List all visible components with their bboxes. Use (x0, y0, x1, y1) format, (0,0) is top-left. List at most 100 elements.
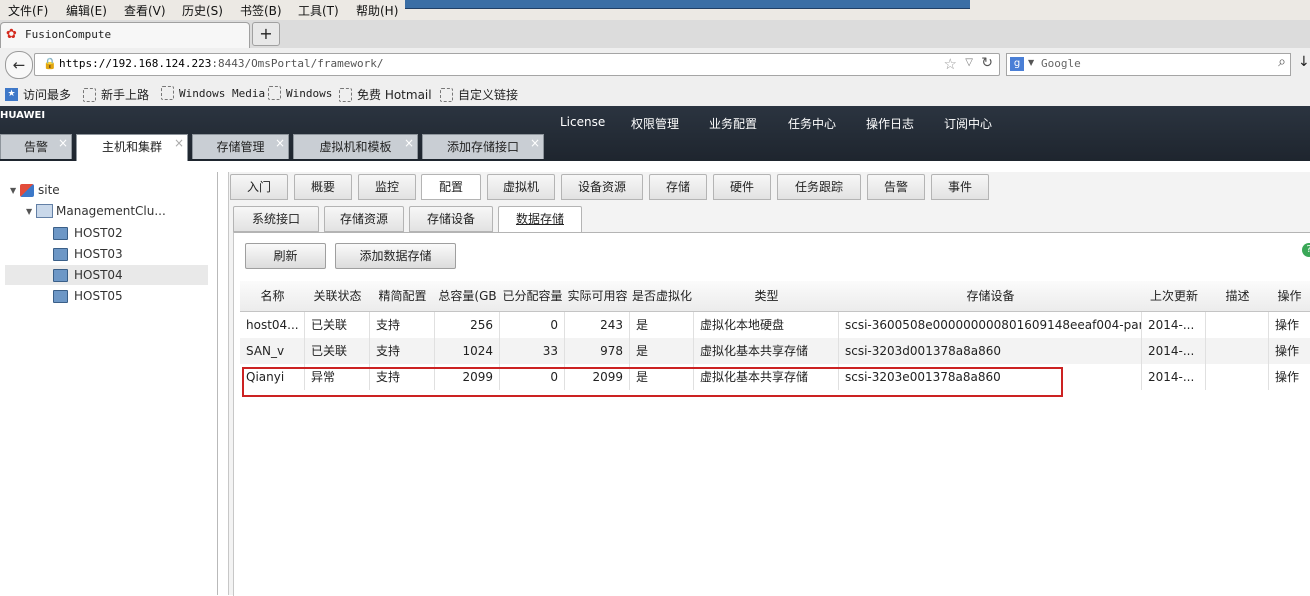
google-icon[interactable]: g (1010, 57, 1024, 71)
topnav-license[interactable]: License (560, 115, 605, 129)
bookmark-windows[interactable]: Windows (268, 86, 332, 100)
tab-summary[interactable]: 概要 (294, 174, 352, 200)
url-path: :8443/OmsPortal/framework/ (211, 57, 384, 70)
close-icon[interactable]: × (275, 131, 285, 155)
tab-storage[interactable]: 存储 (649, 174, 707, 200)
menu-tools[interactable]: 工具(T) (298, 2, 339, 19)
tree-node-site[interactable]: ▼ site (10, 183, 60, 197)
tree-node-host02[interactable]: HOST02 (53, 226, 123, 240)
search-bar[interactable]: g ▼ Google ⌕ (1006, 53, 1291, 76)
tab-task-tracking[interactable]: 任务跟踪 (777, 174, 861, 200)
col-description[interactable]: 描述 (1206, 281, 1270, 312)
cell-virtualized: 是 (630, 312, 694, 338)
tree-node-host04[interactable]: HOST04 (53, 268, 123, 282)
col-type[interactable]: 类型 (694, 281, 840, 312)
col-thin-prov[interactable]: 精简配置 (370, 281, 436, 312)
col-virtualized[interactable]: 是否虚拟化 (630, 281, 695, 312)
add-datastore-button[interactable]: 添加数据存储 (335, 243, 456, 269)
app-tab-vm-templates[interactable]: 虚拟机和模板 × (293, 134, 418, 159)
tab-configure[interactable]: 配置 (421, 174, 481, 200)
app-tab-storage[interactable]: 存储管理 × (192, 134, 289, 159)
col-total-capacity[interactable]: 总容量(GB (435, 281, 501, 312)
topnav-permissions[interactable]: 权限管理 (631, 115, 679, 132)
tab-vms[interactable]: 虚拟机 (487, 174, 555, 200)
col-name[interactable]: 名称 (240, 281, 306, 312)
menu-edit[interactable]: 编辑(E) (66, 2, 107, 19)
tab-alarms[interactable]: 告警 (867, 174, 925, 200)
tab-getting-started[interactable]: 入门 (230, 174, 288, 200)
app-tab-hosts-clusters[interactable]: 主机和集群 × (76, 134, 188, 161)
table-row[interactable]: SAN_v 已关联 支持 1024 33 978 是 虚拟化基本共享存储 scs… (240, 338, 1310, 364)
bookmark-getting-started[interactable]: 新手上路 (83, 86, 149, 103)
bookmark-star-icon[interactable]: ☆ (944, 55, 957, 73)
engine-dropdown-icon[interactable]: ▼ (1028, 58, 1034, 67)
cell-action-link[interactable]: 操作 (1269, 338, 1310, 364)
close-icon[interactable]: × (58, 131, 68, 155)
lock-icon: 🔒 (43, 57, 57, 70)
topnav-task-center[interactable]: 任务中心 (788, 115, 836, 132)
cell-available: 978 (565, 338, 630, 364)
window-titlebar-strip (405, 0, 970, 9)
bookmark-hotmail[interactable]: 免费 Hotmail (339, 86, 432, 103)
tree-node-host05[interactable]: HOST05 (53, 289, 123, 303)
menu-view[interactable]: 查看(V) (124, 2, 166, 19)
cell-action-link[interactable]: 操作 (1269, 364, 1310, 390)
col-storage-device[interactable]: 存储设备 (839, 281, 1143, 312)
url-bar[interactable]: 🔒 https://192.168.124.223:8443/OmsPortal… (34, 53, 1000, 76)
tab-events[interactable]: 事件 (931, 174, 989, 200)
menu-help[interactable]: 帮助(H) (356, 2, 398, 19)
subtab-system-interface[interactable]: 系统接口 (233, 206, 319, 232)
cell-action-link[interactable]: 操作 (1269, 312, 1310, 338)
download-icon[interactable]: ↓ (1298, 54, 1310, 70)
topnav-service-config[interactable]: 业务配置 (709, 115, 757, 132)
cell-description (1206, 312, 1269, 338)
refresh-button[interactable]: 刷新 (245, 243, 326, 269)
bookmark-custom-links[interactable]: 自定义链接 (440, 86, 518, 103)
col-available[interactable]: 实际可用容 (565, 281, 631, 312)
browser-tab[interactable]: ✿ FusionCompute (0, 22, 250, 49)
cell-allocated: 0 (500, 312, 565, 338)
menu-bookmarks[interactable]: 书签(B) (240, 2, 282, 19)
col-actions[interactable]: 操作 (1269, 281, 1310, 312)
cell-device: scsi-3600508e000000000801609148eeaf004-p… (839, 312, 1142, 338)
tree-label: HOST04 (74, 268, 123, 282)
expand-icon[interactable]: ▼ (26, 207, 34, 216)
app-tab-alarms[interactable]: 告警 × (0, 134, 72, 159)
most-visited-icon: ★ (5, 88, 18, 101)
tree-label: HOST05 (74, 289, 123, 303)
reload-icon[interactable]: ↻ (981, 55, 993, 71)
topnav-subscription[interactable]: 订阅中心 (944, 115, 992, 132)
tree-node-host03[interactable]: HOST03 (53, 247, 123, 261)
cell-type: 虚拟化基本共享存储 (694, 338, 839, 364)
bookmark-windows-media[interactable]: Windows Media (161, 86, 265, 100)
menu-history[interactable]: 历史(S) (182, 2, 223, 19)
expand-icon[interactable]: ▼ (10, 186, 18, 195)
bookmark-label: 访问最多 (23, 88, 72, 102)
bookmark-most-visited[interactable]: ★ 访问最多 (5, 86, 71, 103)
close-icon[interactable]: × (530, 131, 540, 155)
menu-file[interactable]: 文件(F) (8, 2, 48, 19)
subtab-storage-devices[interactable]: 存储设备 (409, 206, 493, 232)
col-last-update[interactable]: 上次更新 (1142, 281, 1207, 312)
tab-hardware[interactable]: 硬件 (713, 174, 771, 200)
table-row[interactable]: host04... 已关联 支持 256 0 243 是 虚拟化本地硬盘 scs… (240, 312, 1310, 338)
close-icon[interactable]: × (174, 131, 184, 155)
tab-device-resources[interactable]: 设备资源 (561, 174, 643, 200)
new-tab-button[interactable]: + (252, 22, 280, 46)
col-allocated[interactable]: 已分配容量 (500, 281, 566, 312)
page-icon (339, 87, 352, 102)
tree-node-cluster[interactable]: ▼ ManagementClu... (26, 204, 166, 218)
tab-monitor[interactable]: 监控 (358, 174, 416, 200)
subtab-storage-resources[interactable]: 存储资源 (324, 206, 404, 232)
url-dropdown-icon[interactable]: ▽ (965, 57, 973, 68)
back-button[interactable]: ← (5, 51, 33, 79)
col-assoc-status[interactable]: 关联状态 (305, 281, 371, 312)
app-tab-add-storage-interface[interactable]: 添加存储接口 × (422, 134, 544, 159)
subtab-datastores[interactable]: 数据存储 (498, 206, 582, 234)
topnav-operation-log[interactable]: 操作日志 (866, 115, 914, 132)
help-icon[interactable]: ? (1302, 243, 1310, 257)
browser-tab-title: FusionCompute (25, 28, 112, 41)
annotation-highlight-box (242, 367, 1063, 397)
close-icon[interactable]: × (404, 131, 414, 155)
search-icon[interactable]: ⌕ (1278, 54, 1286, 70)
